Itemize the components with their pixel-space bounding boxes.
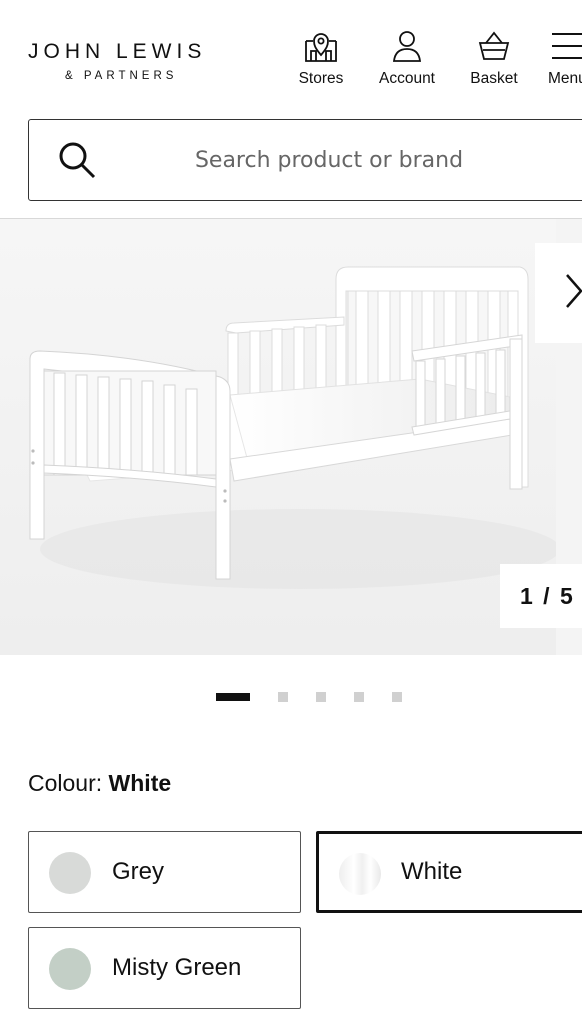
search-input[interactable] [179,140,559,180]
carousel-dot-4[interactable] [354,692,364,702]
colour-option-label: White [401,858,463,885]
colour-option-label: Misty Green [112,954,242,981]
carousel-dot-5[interactable] [392,692,402,702]
header: JOHN LEWIS & PARTNERS Stores Account Bas… [0,0,582,110]
search-bar [28,119,582,201]
carousel-dots [0,692,582,704]
nav-account-label: Account [378,70,435,87]
image-counter: 1 / 5 [500,564,582,628]
nav-basket-label: Basket [470,70,518,87]
search-icon[interactable] [57,140,97,180]
menu-icon [552,33,582,59]
nav-stores-label: Stores [298,70,344,87]
colour-label: Colour: [28,770,103,796]
colour-heading: Colour: White [28,770,171,797]
john-lewis-logo[interactable]: JOHN LEWIS & PARTNERS [28,40,228,82]
basket-icon [478,31,510,60]
misty-green-swatch [49,948,91,990]
product-image[interactable] [0,219,556,655]
product-gallery[interactable]: 1 / 5 [0,219,582,655]
colour-option-misty-green[interactable]: Misty Green [28,927,301,1009]
colour-option-white[interactable]: White [316,831,582,913]
nav-stores-button[interactable]: Stores [294,28,348,88]
grey-swatch [49,852,91,894]
nav-menu-button[interactable]: Menu [540,28,582,88]
nav-basket-button[interactable]: Basket [466,28,522,88]
white-swatch [339,853,381,895]
account-icon [392,31,422,62]
nav-account-button[interactable]: Account [372,28,442,88]
carousel-dot-3[interactable] [316,692,326,702]
logo-sub-text: & PARTNERS [65,70,178,82]
next-image-button[interactable] [535,243,582,343]
selected-colour: White [108,770,172,796]
chevron-right-icon [566,274,582,308]
colour-option-grey[interactable]: Grey [28,831,301,913]
colour-option-label: Grey [112,858,165,885]
carousel-dot-1[interactable] [216,693,250,701]
carousel-dot-2[interactable] [278,692,288,702]
store-icon [305,33,337,62]
nav-menu-label: Menu [548,70,582,87]
logo-main-text: JOHN LEWIS [28,40,207,63]
